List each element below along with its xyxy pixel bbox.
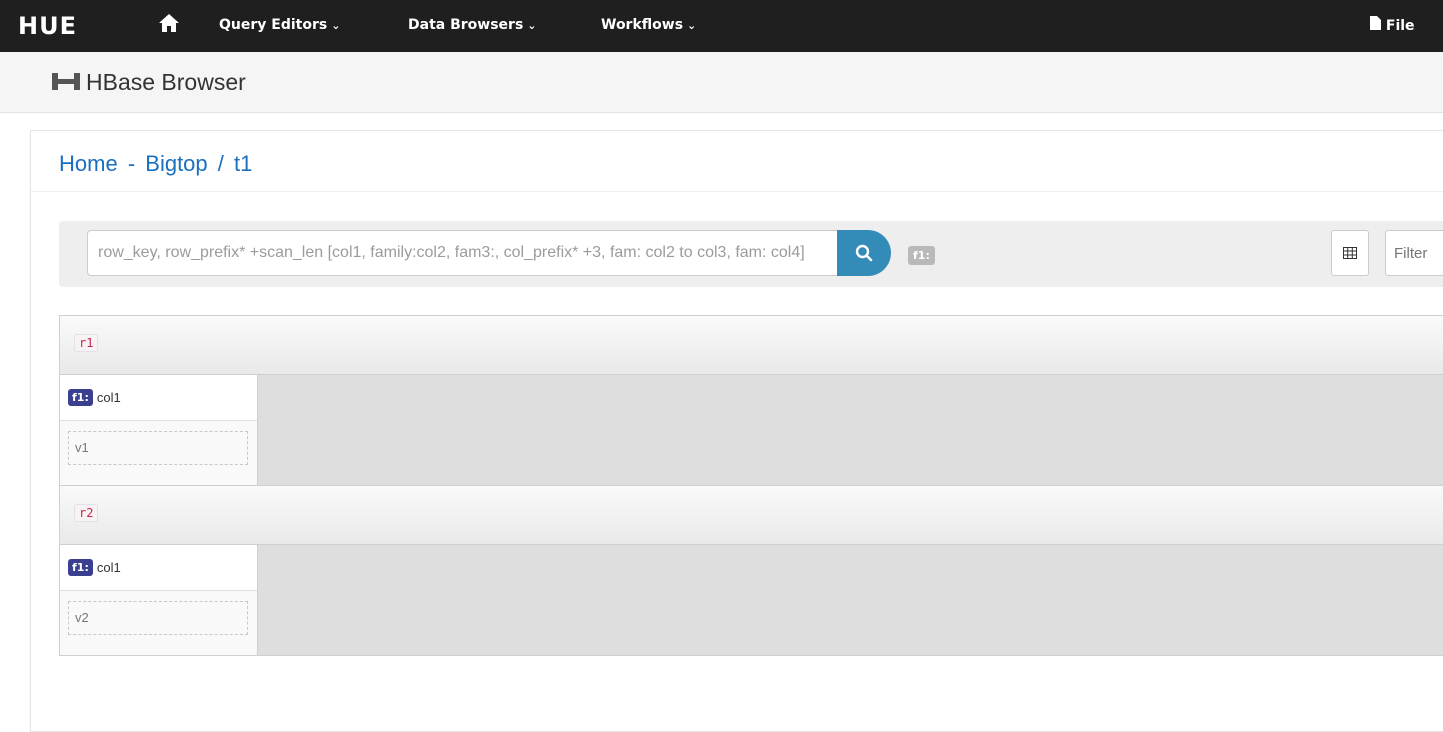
nav-data-browsers[interactable]: Data Browsers ⌄	[408, 17, 537, 33]
hue-logo[interactable]: HUE	[18, 12, 77, 40]
table-cell[interactable]: f1: col1 v1	[60, 375, 258, 485]
family-badge: f1:	[68, 559, 93, 576]
row-header[interactable]: r1	[60, 316, 1443, 375]
cell-header: f1: col1	[60, 375, 257, 421]
app-title: HBase Browser	[86, 69, 246, 95]
file-browser-link[interactable]: File	[1370, 16, 1415, 34]
search-bar: f1:	[59, 221, 1443, 287]
column-filter-input[interactable]	[1385, 230, 1443, 276]
file-icon	[1370, 16, 1381, 30]
file-browser-label: File	[1385, 18, 1415, 34]
row-key[interactable]: r2	[74, 504, 99, 522]
cell-header: f1: col1	[60, 545, 257, 591]
breadcrumb-separator: -	[127, 151, 136, 176]
row-key[interactable]: r1	[74, 334, 99, 352]
column-name: col1	[96, 560, 121, 575]
top-navbar: HUE Query Editors ⌄ Data Browsers ⌄ Workfl…	[0, 0, 1443, 52]
chevron-down-icon: ⌄	[687, 19, 697, 32]
nav-data-browsers-label: Data Browsers	[408, 17, 524, 33]
row-search-input[interactable]	[87, 230, 837, 276]
breadcrumb-home[interactable]: Home	[59, 151, 118, 176]
table-row: r1 f1: col1 v1	[59, 315, 1443, 486]
nav-query-editors[interactable]: Query Editors ⌄	[219, 17, 340, 33]
nav-workflows[interactable]: Workflows ⌄	[601, 17, 696, 33]
search-icon	[855, 244, 873, 262]
table-cell[interactable]: f1: col1 v2	[60, 545, 258, 655]
breadcrumb-slash: /	[217, 151, 224, 176]
chevron-down-icon: ⌄	[527, 19, 537, 32]
home-icon[interactable]	[158, 13, 180, 38]
nav-workflows-label: Workflows	[601, 17, 684, 33]
row-cells: f1: col1 v2	[60, 545, 1443, 655]
search-button[interactable]	[837, 230, 891, 276]
nav-query-editors-label: Query Editors	[219, 17, 328, 33]
breadcrumb-cluster[interactable]: Bigtop	[145, 151, 207, 176]
breadcrumb-bar: Home - Bigtop / t1	[31, 131, 1443, 192]
cell-value[interactable]: v1	[68, 431, 248, 465]
app-header: HBase Browser	[0, 52, 1443, 113]
chevron-down-icon: ⌄	[331, 19, 341, 32]
main-card: Home - Bigtop / t1 f1: r1 f1: col1	[30, 130, 1443, 732]
breadcrumb-table[interactable]: t1	[234, 151, 252, 176]
cell-value[interactable]: v2	[68, 601, 248, 635]
row-cells: f1: col1 v1	[60, 375, 1443, 485]
table-row: r2 f1: col1 v2	[59, 485, 1443, 656]
column-name: col1	[96, 390, 121, 405]
grid-icon	[1343, 247, 1357, 259]
row-header[interactable]: r2	[60, 486, 1443, 545]
column-family-tag[interactable]: f1:	[908, 246, 935, 265]
grid-view-button[interactable]	[1331, 230, 1369, 276]
family-badge: f1:	[68, 389, 93, 406]
breadcrumb: Home - Bigtop / t1	[59, 151, 252, 177]
hbase-icon	[52, 70, 80, 97]
